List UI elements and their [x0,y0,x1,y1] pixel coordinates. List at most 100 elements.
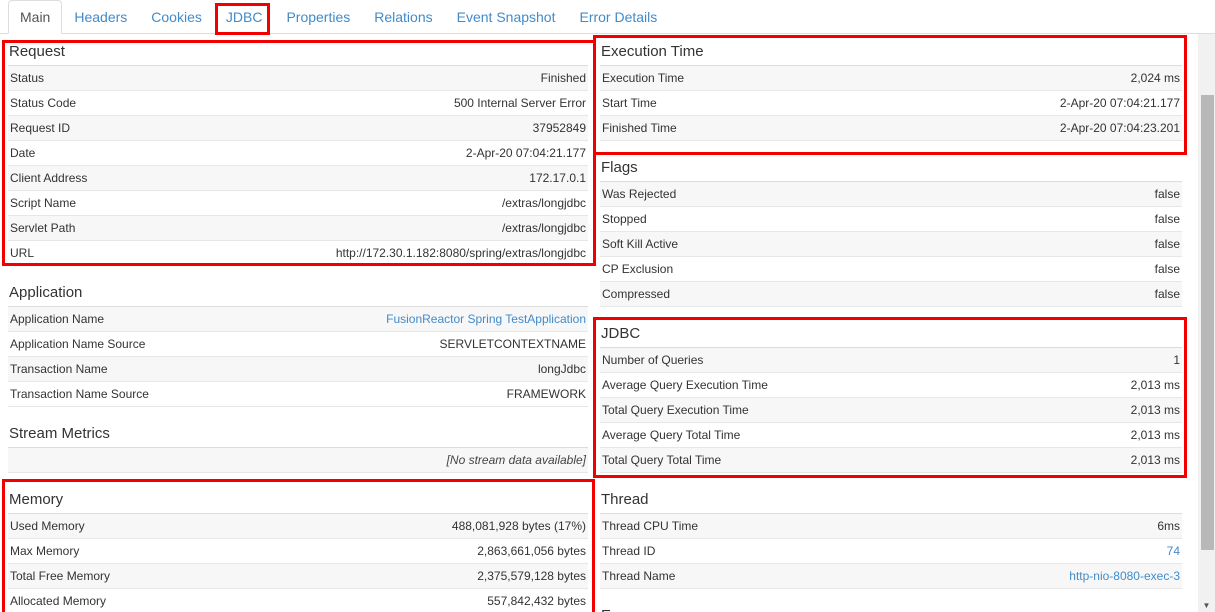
row-value: false [1155,212,1180,226]
row-value: false [1155,262,1180,276]
table-row: CP Exclusionfalse [600,257,1182,282]
row-value: 2,024 ms [1131,71,1180,85]
table-row: Application Name SourceSERVLETCONTEXTNAM… [8,332,588,357]
table-row: Total Query Execution Time 2,013 ms [600,398,1182,423]
table-row: StatusFinished [8,66,588,91]
row-label: Average Query Execution Time [602,378,768,392]
row-value: 2,013 ms [1131,378,1180,392]
row-label: Was Rejected [602,187,676,201]
tab-properties[interactable]: Properties [274,0,362,34]
row-label: Number of Queries [602,353,703,367]
tab-jdbc[interactable]: JDBC [214,0,275,34]
section-application: Application Application Name FusionReactor… [8,275,588,407]
row-value: http://172.30.1.182:8080/spring/extras/l… [336,246,586,260]
section-title: Flags [600,150,1182,182]
table-row: Thread CPU Time 6ms [600,514,1182,539]
row-value: 1 [1173,353,1180,367]
section-flags: Flags Was Rejected false Stopped false Soft K… [600,150,1182,307]
table-row: Soft Kill Activefalse [600,232,1182,257]
row-value: 2-Apr-20 07:04:21.177 [1060,96,1180,110]
table-row: Allocated Memory 557,842,432 bytes [8,589,588,612]
table-row: Servlet Path/extras/longjdbc [8,216,588,241]
section-memory: MemoryUsed Memory488,081,928 bytes (17%)… [8,482,588,612]
row-label: Average Query Total Time [602,428,740,442]
row-value-link[interactable]: http-nio-8080-exec-3 [1069,569,1180,583]
row-value: false [1155,187,1180,201]
row-label: Transaction Name Source [10,387,149,401]
section-title: Application [8,275,588,307]
row-label: Finished Time [602,121,677,135]
row-value: 6ms [1157,519,1180,533]
row-value: 37952849 [533,121,586,135]
row-label: Thread ID [602,544,655,558]
vertical-scrollbar[interactable]: ▼ [1198,34,1215,612]
table-row: Average Query Total Time 2,013 ms [600,423,1182,448]
table-row: Script Name/extras/longjdbc [8,191,588,216]
row-value-link[interactable]: 74 [1167,544,1180,558]
table-row: Client Address 172.17.0.1 [8,166,588,191]
row-value: 2,375,579,128 bytes [477,569,586,583]
row-value: /extras/longjdbc [502,221,586,235]
row-value: 500 Internal Server Error [454,96,586,110]
row-label: Thread CPU Time [602,519,698,533]
row-label: Allocated Memory [10,594,106,608]
row-value: false [1155,287,1180,301]
row-value: 2,863,661,056 bytes [477,544,586,558]
tab-error-details[interactable]: Error Details [567,0,669,34]
section-request: RequestStatusFinished Status Code 500 Inte… [8,34,588,266]
section-title: Error [600,598,1182,612]
tab-event-snapshot[interactable]: Event Snapshot [445,0,568,34]
row-label: Thread Name [602,569,675,583]
row-value: [No stream data available] [447,453,586,467]
row-label: Compressed [602,287,670,301]
row-label: Script Name [10,196,76,210]
table-row: Finished Time2-Apr-20 07:04:23.201 [600,116,1182,141]
table-row: Compressed false [600,282,1182,307]
row-value: 2,013 ms [1131,403,1180,417]
row-label: Total Query Execution Time [602,403,749,417]
row-value: 488,081,928 bytes (17%) [452,519,586,533]
row-label: Status [10,71,44,85]
table-row: Average Query Execution Time 2,013 ms [600,373,1182,398]
row-label: Stopped [602,212,647,226]
row-value: 2-Apr-20 07:04:21.177 [466,146,586,160]
row-value: 2,013 ms [1131,428,1180,442]
right-column: Execution TimeExecution Time2,024 msStar… [600,34,1182,612]
table-row: Thread Name http-nio-8080-exec-3 [600,564,1182,589]
section-stream-metrics: Stream Metrics[No stream data available] [8,416,588,473]
scrollbar-down-arrow-icon[interactable]: ▼ [1198,601,1215,611]
row-label: Request ID [10,121,70,135]
row-label: Transaction Name [10,362,108,376]
row-value: 557,842,432 bytes [487,594,586,608]
section-jdbc: JDBCNumber of Queries1Average Query Exec… [600,316,1182,473]
tab-headers[interactable]: Headers [62,0,139,34]
row-label: Soft Kill Active [602,237,678,251]
table-row: Status Code 500 Internal Server Error [8,91,588,116]
scrollbar-thumb[interactable] [1201,95,1214,550]
tab-main[interactable]: Main [8,0,62,34]
tab-bar: MainHeadersCookiesJDBCPropertiesRelation… [0,0,1215,34]
row-value: 172.17.0.1 [529,171,586,185]
row-value-link[interactable]: FusionReactor Spring TestApplication [386,312,586,326]
section-title: Execution Time [600,34,1182,66]
table-row: Transaction Name SourceFRAMEWORK [8,382,588,407]
table-row: Total Free Memory2,375,579,128 bytes [8,564,588,589]
tab-relations[interactable]: Relations [362,0,444,34]
table-row: Total Query Total Time2,013 ms [600,448,1182,473]
section-thread: ThreadThread CPU Time6msThread ID74Threa… [600,482,1182,589]
table-row: Was Rejected false [600,182,1182,207]
content: RequestStatusFinished Status Code 500 Inte… [0,34,1215,612]
section-title: Request [8,34,588,66]
section-error: Error [600,598,1182,612]
section-title: Memory [8,482,588,514]
row-value: longJdbc [538,362,586,376]
table-row: Max Memory2,863,661,056 bytes [8,539,588,564]
row-label: Application Name [10,312,104,326]
row-label: Status Code [10,96,76,110]
table-row: Execution Time2,024 ms [600,66,1182,91]
table-row: Application Name FusionReactor Spring Tes… [8,307,588,332]
table-row: URLhttp://172.30.1.182:8080/spring/extra… [8,241,588,266]
row-label: Client Address [10,171,87,185]
table-row: Thread ID 74 [600,539,1182,564]
tab-cookies[interactable]: Cookies [139,0,214,34]
